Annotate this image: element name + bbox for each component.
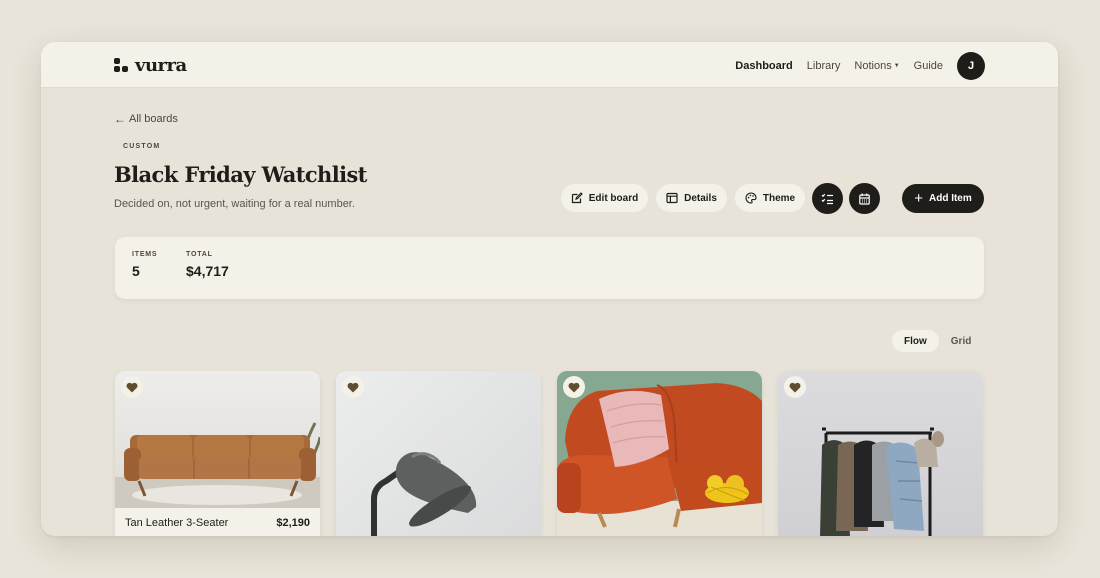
item-image-clothing-rack [778,371,983,536]
back-link-label: All boards [129,113,178,125]
view-grid-button[interactable]: Grid [939,330,984,352]
details-button[interactable]: Details [656,184,727,212]
heart-icon[interactable] [342,376,364,398]
nav-guide[interactable]: Guide [914,60,943,72]
checklist-icon [821,193,833,204]
add-item-label: Add Item [928,193,972,204]
view-flow-button[interactable]: Flow [892,330,939,352]
nav-notions-label: Notions [854,60,892,72]
app-window: vurra Dashboard Library Notions ▼ Guide J… [41,42,1058,536]
arrow-left-icon: ← [114,112,126,126]
plus-icon: + [914,190,923,207]
item-card[interactable] [778,371,983,536]
stat-total: TOTAL $4,717 [186,251,229,279]
brand-logo[interactable]: vurra [114,54,187,76]
item-image-orange-sofa [557,371,762,536]
edit-board-label: Edit board [588,192,639,204]
brand-name: vurra [135,54,187,76]
details-icon [666,192,678,204]
item-card[interactable]: Tan Leather 3-Seater $2,190 [115,371,320,536]
calendar-view-button[interactable] [849,183,880,214]
heart-icon[interactable] [784,376,806,398]
nav-notions[interactable]: Notions ▼ [854,60,899,72]
palette-icon [745,192,757,204]
logo-mark-icon [114,58,128,72]
card-name: Tan Leather 3-Seater [125,517,229,529]
board-description: Decided on, not urgent, waiting for a re… [114,198,355,210]
stats-panel: ITEMS 5 TOTAL $4,717 [115,237,984,299]
caret-down-icon: ▼ [893,63,900,70]
top-header: vurra Dashboard Library Notions ▼ Guide J [41,42,1058,88]
edit-icon [571,192,583,204]
item-image-sofa [115,371,320,511]
nav-dashboard[interactable]: Dashboard [735,60,792,72]
stat-total-label: TOTAL [186,251,213,258]
item-card[interactable] [336,371,541,536]
stat-total-value: $4,717 [186,263,229,279]
stat-items-label: ITEMS [132,251,158,258]
theme-label: Theme [762,192,796,204]
back-link[interactable]: ← All boards [114,112,178,126]
checklist-view-button[interactable] [812,183,843,214]
stat-items: ITEMS 5 [132,251,157,279]
user-avatar[interactable]: J [957,52,985,80]
board-category: CUSTOM [123,143,161,150]
calendar-icon [859,193,870,205]
edit-board-button[interactable]: Edit board [561,184,648,212]
page-title: Black Friday Watchlist [114,162,367,187]
nav-library[interactable]: Library [807,60,841,72]
item-image-lamp [336,371,541,536]
theme-button[interactable]: Theme [735,184,805,212]
heart-icon[interactable] [563,376,585,398]
card-footer: Tan Leather 3-Seater $2,190 [115,508,320,536]
heart-icon[interactable] [121,376,143,398]
view-toggle: Flow Grid [892,330,983,352]
item-card[interactable] [557,371,762,536]
main-nav: Dashboard Library Notions ▼ Guide J [721,52,985,80]
add-item-button[interactable]: + Add Item [902,184,984,213]
stat-items-value: 5 [132,263,140,279]
card-price: $2,190 [276,517,310,529]
details-label: Details [684,192,717,204]
